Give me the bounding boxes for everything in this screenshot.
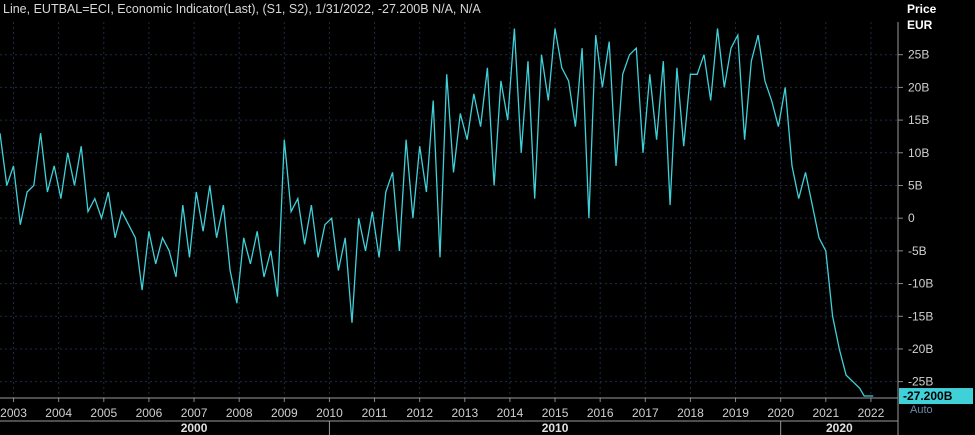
last-value-tag-text: -27.200B xyxy=(903,389,953,403)
header-na: N/A, N/A xyxy=(432,2,481,16)
x-tick-label: 2018 xyxy=(677,406,704,420)
last-value-tag: -27.200BAuto xyxy=(899,388,973,416)
header-line: Line, EUTBAL=ECI, Economic Indicator(Las… xyxy=(3,2,309,16)
header-date: 1/31/2022 xyxy=(315,2,371,16)
decade-label: 2010 xyxy=(542,421,569,435)
x-tick-label: 2007 xyxy=(181,406,208,420)
y-tick-label: -25B xyxy=(908,375,933,389)
y-tick-label: 10B xyxy=(908,146,929,160)
x-tick-label: 2017 xyxy=(632,406,659,420)
x-tick-label: 2006 xyxy=(136,406,163,420)
y-tick-label: 25B xyxy=(908,48,929,62)
decade-axis: 2000 2010 2020 xyxy=(181,421,853,435)
y-tick-label: -10B xyxy=(908,277,933,291)
x-tick-label: 2015 xyxy=(542,406,569,420)
x-tick-label: 2010 xyxy=(316,406,343,420)
series-line xyxy=(0,28,874,397)
x-tick-label: 2008 xyxy=(226,406,253,420)
price-label: Price xyxy=(907,2,937,16)
auto-label: Auto xyxy=(910,404,933,416)
x-tick-label: 2019 xyxy=(722,406,749,420)
line-chart: 25B20B15B10B5B0-5B-10B-15B-20B-25B 2003 2… xyxy=(0,22,973,435)
currency-label: EUR xyxy=(907,18,933,32)
y-axis: 25B 20B 15B 10B 5B 0 -5B -10B -15B -20B -25B xyxy=(897,22,933,435)
x-tick-label: 2013 xyxy=(451,406,478,420)
y-tick-label: -15B xyxy=(908,309,933,323)
y-tick-label: 5B xyxy=(908,178,923,192)
x-tick-label: 2014 xyxy=(497,406,524,420)
x-tick-label: 2020 xyxy=(767,406,794,420)
y-tick-label: 0 xyxy=(908,211,915,225)
x-tick-label: 2004 xyxy=(45,406,72,420)
header-value: -27.200B xyxy=(377,2,429,16)
y-tick-label: -5B xyxy=(908,244,927,258)
x-tick-label: 2003 xyxy=(0,406,27,420)
decade-label: 2020 xyxy=(826,421,853,435)
decade-label: 2000 xyxy=(181,421,208,435)
x-tick-label: 2016 xyxy=(587,406,614,420)
price-axis-header: Price EUR xyxy=(907,1,936,33)
x-tick-label: 2005 xyxy=(90,406,117,420)
x-tick-label: 2022 xyxy=(858,406,885,420)
y-tick-label: -20B xyxy=(908,342,933,356)
chart-header: Line, EUTBAL=ECI, Economic Indicator(Las… xyxy=(3,2,481,16)
y-tick-label: 15B xyxy=(908,113,929,127)
x-axis: 2003 2004 2005 2006 2007 2008 2009 2010 2011 2012… xyxy=(0,397,898,422)
chart-grid xyxy=(0,22,898,398)
x-tick-label: 2009 xyxy=(271,406,298,420)
x-tick-label: 2021 xyxy=(812,406,839,420)
x-tick-label: 2011 xyxy=(362,406,388,420)
y-tick-label: 20B xyxy=(908,80,929,94)
x-tick-label: 2012 xyxy=(406,406,433,420)
